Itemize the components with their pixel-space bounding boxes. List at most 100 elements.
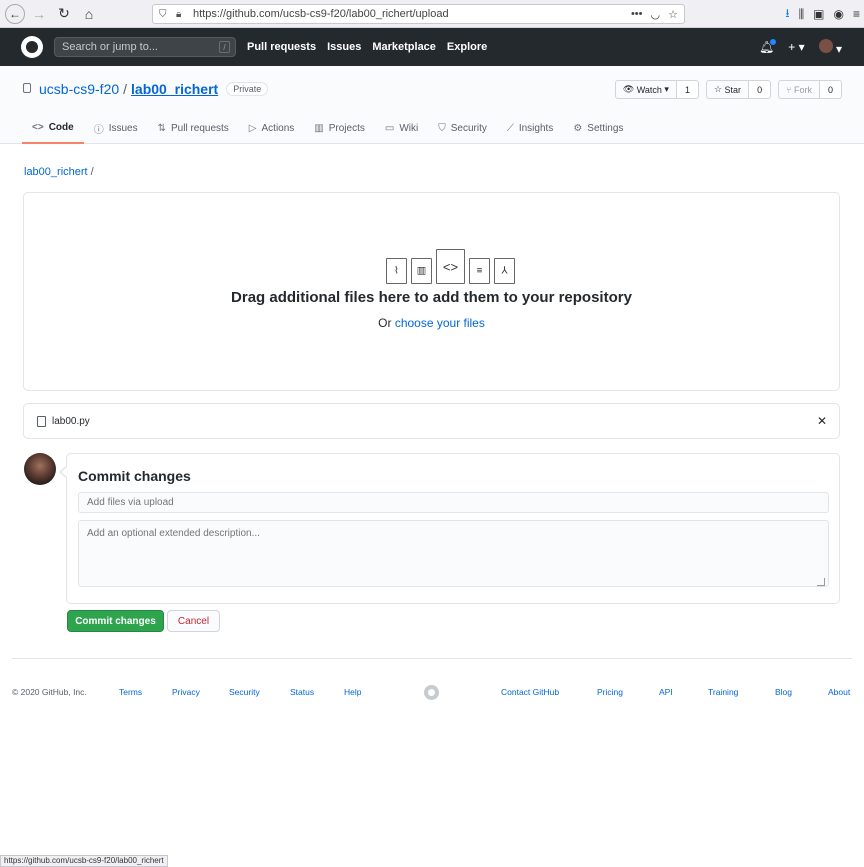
- url-text[interactable]: https://github.com/ucsb-cs9-f20/lab00_ri…: [193, 8, 631, 20]
- uploaded-file-row: lab00.py ✕: [23, 403, 840, 439]
- footer: © 2020 GitHub, Inc. Terms Privacy Securi…: [12, 685, 852, 701]
- nav-issues[interactable]: Issues: [327, 41, 361, 53]
- book-icon: ▭: [384, 122, 395, 134]
- fork-icon: ⑂: [786, 84, 794, 95]
- commit-changes-button[interactable]: Commit changes: [67, 610, 164, 632]
- text-file-icon: ≡: [469, 258, 490, 284]
- create-new-icon[interactable]: + ▾: [788, 40, 804, 54]
- footer-link-help[interactable]: Help: [344, 687, 361, 697]
- graph-icon: ⟋: [506, 122, 514, 134]
- file-drop-zone[interactable]: ⌇ ▥ <> ≡ ⅄ Drag additional files here to…: [23, 192, 840, 391]
- pdf-file-icon: ⅄: [494, 258, 515, 284]
- reload-icon[interactable]: ↻: [53, 3, 75, 25]
- github-logo-icon[interactable]: [21, 36, 43, 58]
- fork-button[interactable]: ⑂ Fork: [778, 80, 820, 99]
- eye-icon: 👁︎: [622, 84, 637, 94]
- user-menu[interactable]: ▾: [818, 38, 842, 56]
- footer-link-pricing[interactable]: Pricing: [597, 687, 623, 697]
- footer-copyright: © 2020 GitHub, Inc.: [12, 687, 87, 697]
- account-icon[interactable]: ◉: [834, 7, 844, 21]
- fork-button-group: ⑂ Fork 0: [778, 80, 842, 99]
- shield-icon: ⛉: [159, 8, 167, 20]
- choose-files-link[interactable]: choose your files: [395, 316, 485, 330]
- dropzone-title: Drag additional files here to add them t…: [231, 289, 632, 306]
- bookmark-star-icon[interactable]: ☆: [668, 8, 678, 21]
- star-button[interactable]: ☆ Star: [705, 80, 750, 99]
- lock-icon: [23, 83, 31, 93]
- menu-icon[interactable]: ≡: [853, 7, 860, 21]
- footer-link-status[interactable]: Status: [290, 687, 314, 697]
- sidebar-icon[interactable]: ▣: [813, 7, 824, 21]
- nav-marketplace[interactable]: Marketplace: [372, 41, 436, 53]
- commit-form: Commit changes: [59, 453, 840, 604]
- repo-owner-link[interactable]: ucsb-cs9-f20: [39, 81, 119, 97]
- back-icon[interactable]: ←: [5, 3, 25, 24]
- search-placeholder: Search or jump to...: [62, 41, 158, 53]
- footer-link-security[interactable]: Security: [229, 687, 260, 697]
- tab-settings[interactable]: ⚙ Settings: [563, 112, 633, 144]
- nav-pull-requests[interactable]: Pull requests: [247, 41, 316, 53]
- issue-icon: ⓘ: [93, 124, 104, 136]
- commit-description-input[interactable]: [78, 520, 829, 587]
- breadcrumb-repo-link[interactable]: lab00_richert: [24, 166, 88, 178]
- tab-actions[interactable]: ▷ Actions: [239, 112, 305, 144]
- page-actions-icon[interactable]: •••: [631, 8, 643, 21]
- tab-security[interactable]: ⛉ Security: [428, 112, 497, 144]
- repo-tabs: <> Code ⓘ Issues ⇅ Pull requests ▷ Actions ▥…: [22, 112, 633, 144]
- chart-file-icon: ▥: [411, 258, 432, 284]
- footer-link-privacy[interactable]: Privacy: [172, 687, 200, 697]
- nav-explore[interactable]: Explore: [447, 41, 487, 53]
- download-icon[interactable]: ⭳: [785, 4, 789, 25]
- tab-issues[interactable]: ⓘ Issues: [84, 112, 148, 144]
- project-icon: ▥: [314, 122, 324, 134]
- header-nav: Pull requests Issues Marketplace Explore: [247, 28, 487, 66]
- uploaded-file-name: lab00.py: [52, 415, 90, 427]
- code-icon: <>: [32, 121, 44, 133]
- footer-link-blog[interactable]: Blog: [775, 687, 792, 697]
- resize-handle-icon[interactable]: [817, 578, 825, 586]
- search-input[interactable]: Search or jump to... /: [54, 37, 236, 57]
- fork-count[interactable]: 0: [819, 80, 842, 99]
- avatar: [818, 38, 833, 53]
- search-shortcut-badge: /: [219, 41, 230, 53]
- repo-title: ucsb-cs9-f20 / lab00_richert Private: [23, 81, 269, 97]
- shield-icon: ⛉: [438, 122, 446, 134]
- gear-icon: ⚙: [573, 122, 583, 134]
- footer-link-terms[interactable]: Terms: [119, 687, 142, 697]
- browser-toolbar: ← → ↻ ⌂ ⛉ 🔒︎ https://github.com/ucsb-cs9…: [0, 0, 864, 28]
- home-icon[interactable]: ⌂: [78, 3, 100, 25]
- avatar[interactable]: [24, 453, 56, 485]
- footer-link-contact[interactable]: Contact GitHub: [501, 687, 559, 697]
- library-icon[interactable]: ⫼: [799, 7, 805, 22]
- github-mark-icon[interactable]: [424, 685, 439, 700]
- tab-insights[interactable]: ⟋ Insights: [497, 112, 563, 144]
- watch-count[interactable]: 1: [676, 80, 699, 99]
- footer-link-api[interactable]: API: [659, 687, 673, 697]
- commit-summary-input[interactable]: [78, 492, 829, 513]
- repo-name-link[interactable]: lab00_richert: [131, 81, 218, 97]
- cancel-button[interactable]: Cancel: [167, 610, 220, 632]
- address-bar[interactable]: ⛉ 🔒︎ https://github.com/ucsb-cs9-f20/lab…: [152, 4, 685, 24]
- tab-pull-requests[interactable]: ⇅ Pull requests: [148, 112, 239, 144]
- star-count[interactable]: 0: [749, 80, 772, 99]
- lock-icon: 🔒︎: [176, 8, 182, 20]
- private-badge: Private: [226, 82, 269, 96]
- zip-file-icon: ⌇: [386, 258, 407, 284]
- breadcrumb-separator: /: [90, 166, 94, 178]
- tab-wiki[interactable]: ▭ Wiki: [375, 112, 428, 144]
- notifications-bell-icon[interactable]: 🔔︎: [759, 38, 778, 54]
- file-icon: [37, 415, 46, 427]
- remove-file-icon[interactable]: ✕: [817, 414, 827, 428]
- footer-link-training[interactable]: Training: [708, 687, 738, 697]
- tab-projects[interactable]: ▥ Projects: [304, 112, 375, 144]
- star-icon: ☆: [713, 84, 725, 94]
- watch-button-group: 👁︎ Watch ▾ 1: [614, 80, 699, 99]
- footer-link-about[interactable]: About: [828, 687, 850, 697]
- commit-heading: Commit changes: [78, 468, 191, 484]
- watch-button[interactable]: 👁︎ Watch ▾: [614, 80, 677, 99]
- forward-icon[interactable]: →: [28, 3, 50, 25]
- file-types-illustration: ⌇ ▥ <> ≡ ⅄: [386, 249, 515, 284]
- pocket-icon[interactable]: ◡: [651, 8, 661, 21]
- repo-separator: /: [123, 81, 128, 97]
- tab-code[interactable]: <> Code: [22, 112, 84, 144]
